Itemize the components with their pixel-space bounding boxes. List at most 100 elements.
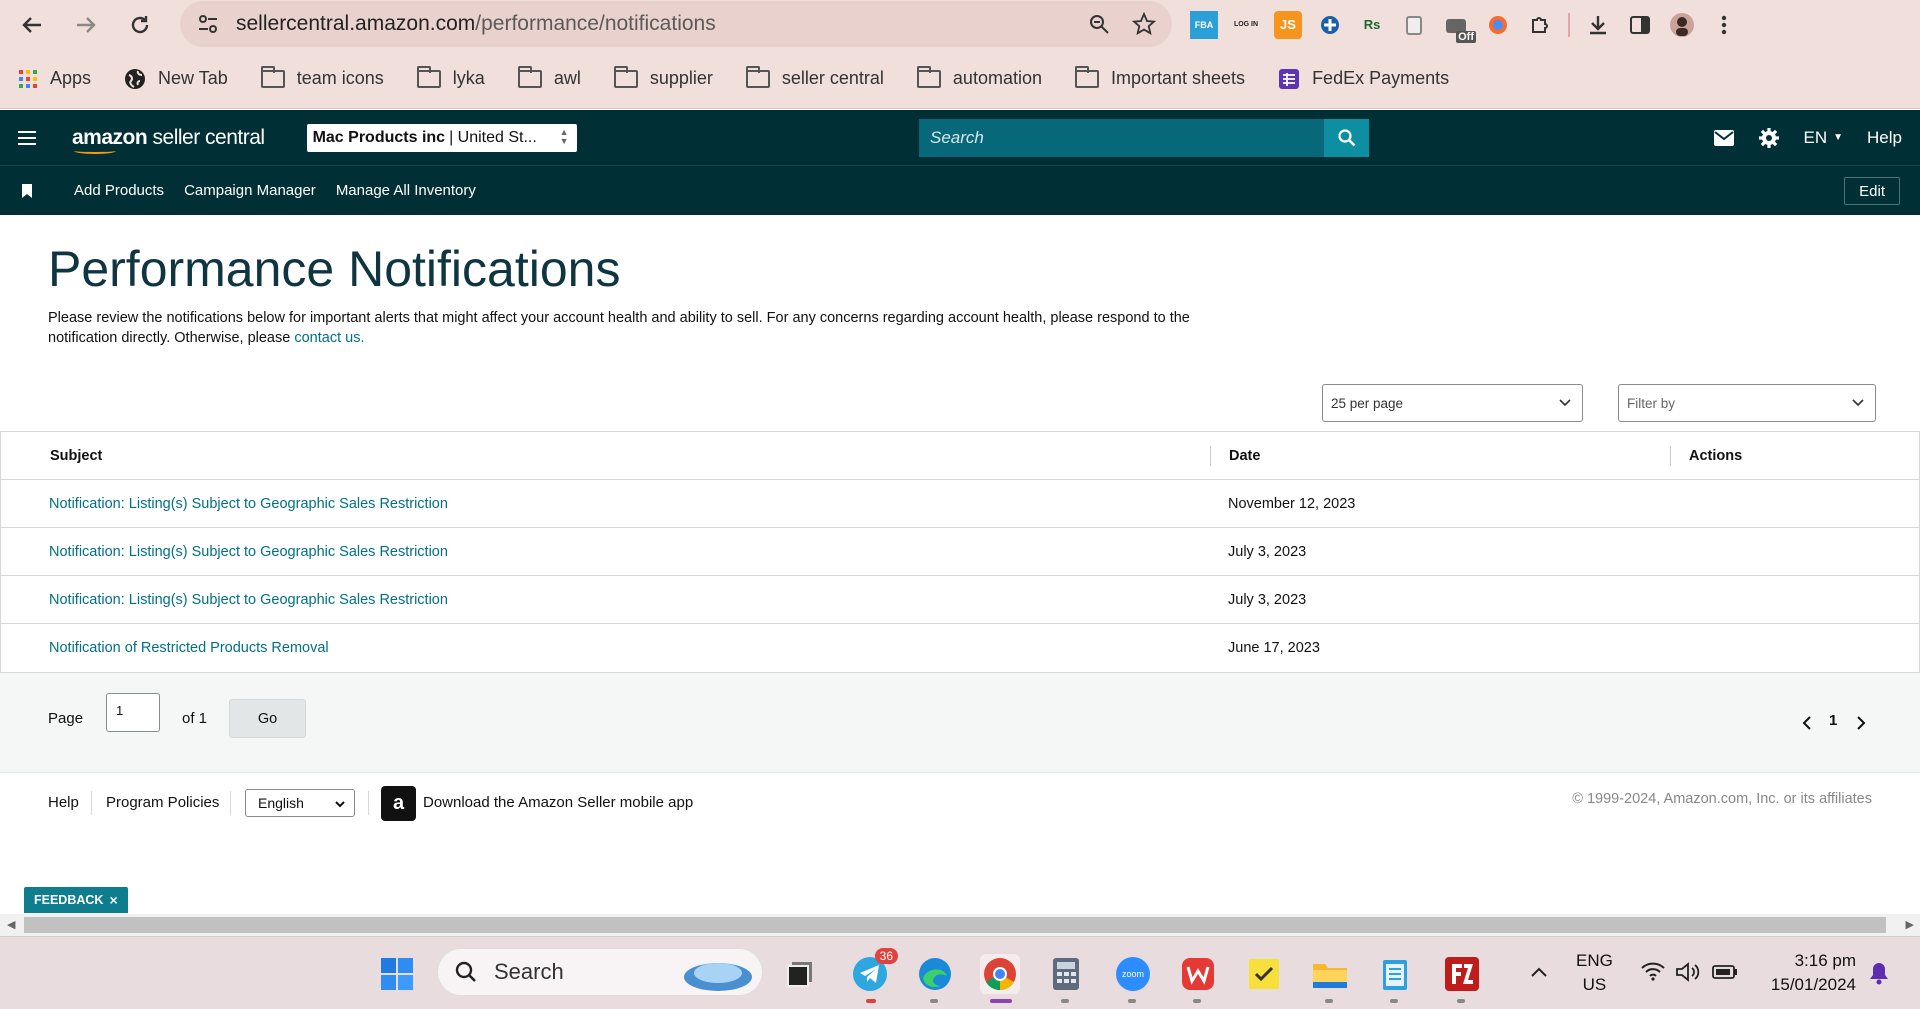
taskbar-search[interactable]: Search: [437, 948, 763, 996]
feedback-tab[interactable]: FEEDBACK ×: [24, 887, 128, 913]
program-policies-link[interactable]: Program Policies: [106, 794, 219, 811]
profile-avatar[interactable]: [1668, 11, 1696, 39]
bookmark-supplier[interactable]: supplier: [613, 65, 713, 89]
current-page-number[interactable]: 1: [1829, 712, 1837, 729]
extensions-puzzle-icon[interactable]: [1526, 11, 1554, 39]
reload-button[interactable]: [118, 3, 162, 47]
column-header-date[interactable]: Date: [1229, 448, 1260, 464]
footer-divider: [368, 791, 369, 815]
bookmark-awl[interactable]: awl: [517, 65, 581, 89]
address-bar[interactable]: sellercentral.amazon.com/performance/not…: [180, 1, 1172, 47]
close-icon[interactable]: ×: [109, 892, 117, 908]
bookmark-seller-central[interactable]: seller central: [745, 65, 884, 89]
volume-icon[interactable]: [1675, 961, 1701, 983]
file-explorer-icon[interactable]: [1310, 954, 1350, 994]
scroll-left-arrow-icon[interactable]: ◀: [7, 918, 15, 931]
bookmark-new-tab[interactable]: New Tab: [124, 68, 228, 90]
telegram-icon[interactable]: 36: [850, 948, 898, 994]
nav-link-manage-all-inventory[interactable]: Manage All Inventory: [336, 182, 476, 199]
calculator-icon[interactable]: [1046, 954, 1086, 994]
horizontal-scrollbar[interactable]: ◀ ▶: [0, 914, 1920, 936]
windows-start-icon[interactable]: [377, 954, 417, 994]
notepad-icon[interactable]: [1375, 954, 1415, 994]
document-extension-icon[interactable]: [1400, 11, 1428, 39]
search-bar[interactable]: Search: [919, 119, 1369, 157]
help-link[interactable]: Help: [1867, 128, 1902, 148]
edit-button[interactable]: Edit: [1844, 177, 1900, 205]
show-hidden-icons-chevron-icon[interactable]: [1530, 966, 1548, 978]
amazon-seller-central-logo[interactable]: amazon seller central: [72, 126, 265, 154]
wps-office-icon[interactable]: [1178, 954, 1218, 994]
amazon-seller-app-icon[interactable]: a: [381, 786, 416, 821]
explorer-running-indicator: [1325, 999, 1333, 1003]
wifi-icon[interactable]: [1640, 961, 1666, 981]
bookmark-icon[interactable]: [0, 183, 54, 198]
page-number-input[interactable]: 1: [106, 693, 160, 732]
nav-link-campaign-manager[interactable]: Campaign Manager: [184, 182, 316, 199]
column-header-subject[interactable]: Subject: [50, 448, 102, 464]
mail-icon[interactable]: [1713, 129, 1734, 146]
bookmark-automation[interactable]: automation: [916, 65, 1042, 89]
notification-subject-link[interactable]: Notification: Listing(s) Subject to Geog…: [49, 592, 448, 608]
fba-extension-icon[interactable]: FBA: [1190, 10, 1218, 39]
bookmark-star-icon[interactable]: [1132, 12, 1156, 36]
footer-help-link[interactable]: Help: [48, 794, 79, 811]
filter-by-select[interactable]: Filter by: [1618, 384, 1876, 422]
scroll-right-arrow-icon[interactable]: ▶: [1906, 918, 1914, 931]
bookmark-fedex-payments[interactable]: FedEx Payments: [1278, 68, 1449, 90]
bookmark-important-sheets[interactable]: Important sheets: [1074, 65, 1245, 89]
caret-down-icon: ▼: [1833, 132, 1844, 143]
login-extension-icon[interactable]: LOG IN: [1232, 11, 1260, 39]
input-language-indicator[interactable]: ENG US: [1576, 949, 1613, 997]
folder-icon: [613, 65, 638, 88]
per-page-select[interactable]: 25 per page: [1322, 384, 1583, 422]
search-button[interactable]: [1324, 119, 1369, 157]
bookmark-label: seller central: [781, 68, 884, 88]
task-view-icon[interactable]: [780, 954, 820, 994]
zoom-app-icon[interactable]: zoom: [1113, 954, 1153, 994]
language-dropdown[interactable]: EN ▼: [1804, 128, 1844, 148]
system-clock[interactable]: 3:16 pm 15/01/2024: [1756, 949, 1856, 997]
rs-extension-icon[interactable]: Rs: [1358, 11, 1386, 39]
battery-icon[interactable]: [1712, 963, 1738, 981]
filezilla-icon[interactable]: [1442, 954, 1482, 994]
notification-subject-link[interactable]: Notification: Listing(s) Subject to Geog…: [49, 496, 448, 512]
sticky-notes-icon[interactable]: [1244, 954, 1284, 994]
side-panel-icon[interactable]: [1626, 11, 1654, 39]
scrollbar-thumb[interactable]: [24, 917, 1886, 933]
notification-subject-link[interactable]: Notification of Restricted Products Remo…: [49, 640, 329, 656]
off-extension-icon[interactable]: Off: [1442, 11, 1476, 43]
page-label: Page: [48, 710, 84, 727]
notification-bell-icon[interactable]: [1868, 961, 1890, 985]
back-button[interactable]: [10, 3, 54, 47]
forward-button[interactable]: [64, 3, 108, 47]
chevron-right-icon[interactable]: [1855, 715, 1867, 731]
notification-subject-link[interactable]: Notification: Listing(s) Subject to Geog…: [49, 544, 448, 560]
orange-circle-extension-icon[interactable]: [1484, 11, 1512, 39]
marketplace-switcher[interactable]: Mac Products inc | United St... ▲ ▼: [306, 123, 577, 152]
gear-icon[interactable]: [1758, 127, 1780, 149]
column-divider: [1670, 446, 1671, 466]
contact-us-link[interactable]: contact us.: [294, 330, 364, 346]
hamburger-menu-icon[interactable]: [0, 110, 54, 165]
input-language-line1: ENG: [1576, 951, 1613, 970]
chrome-menu-icon[interactable]: [1710, 11, 1738, 39]
zoom-icon[interactable]: [1088, 13, 1110, 35]
search-input[interactable]: Search: [919, 119, 1324, 157]
nav-link-add-products[interactable]: Add Products: [74, 182, 164, 199]
edge-icon[interactable]: [915, 954, 955, 994]
site-settings-icon[interactable]: [188, 4, 228, 44]
windows-taskbar: Search 36 zoom ENG US 3:16 pm 15/01/2024: [0, 936, 1920, 1009]
bookmark-lyka[interactable]: lyka: [416, 65, 485, 89]
bookmark-team-icons[interactable]: team icons: [260, 65, 384, 89]
download-icon[interactable]: [1584, 11, 1612, 39]
js-extension-icon[interactable]: JS: [1274, 10, 1302, 39]
login-extension-label: LOG IN: [1233, 21, 1259, 28]
chevron-left-icon[interactable]: [1801, 715, 1813, 731]
footer-language-select[interactable]: English: [245, 789, 355, 817]
go-button[interactable]: Go: [229, 699, 306, 738]
bookmark-apps[interactable]: Apps: [18, 68, 91, 89]
puzzle-gear-extension-icon[interactable]: [1316, 11, 1344, 39]
chrome-icon[interactable]: [980, 954, 1020, 994]
download-app-link[interactable]: Download the Amazon Seller mobile app: [423, 794, 693, 811]
